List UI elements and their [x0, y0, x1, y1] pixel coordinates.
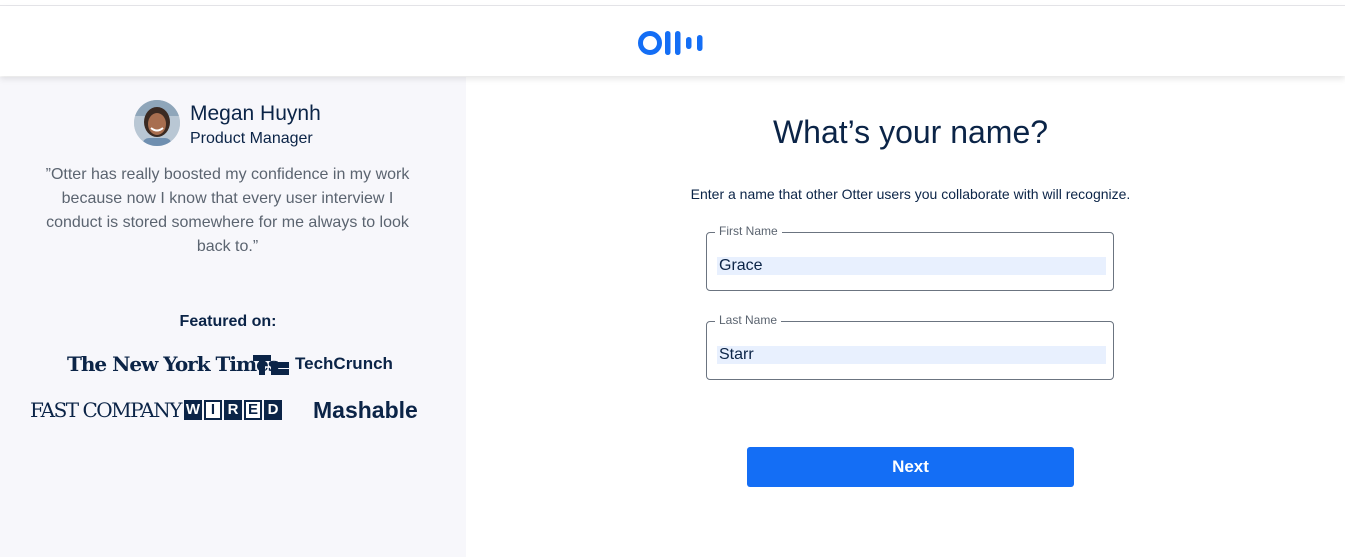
techcrunch-text: TechCrunch [295, 354, 393, 373]
last-name-field[interactable]: Last Name [706, 313, 1114, 380]
next-button[interactable]: Next [747, 447, 1074, 487]
wired-logo: WIRED [184, 400, 284, 420]
featured-label: Featured on: [179, 313, 277, 330]
person-avatar-icon [134, 100, 180, 146]
first-name-field[interactable]: First Name [706, 224, 1114, 291]
testimonial-title: Product Manager [190, 130, 313, 147]
otter-logo-icon[interactable] [638, 30, 708, 56]
page-title: What’s your name? [772, 114, 1049, 150]
wired-letter: D [264, 400, 282, 420]
testimonial-name: Megan Huynh [190, 102, 321, 125]
form-instructions: Enter a name that other Otter users you … [690, 186, 1131, 202]
fast-company-logo: FAST COMPANY [30, 398, 182, 422]
wired-letter: R [224, 400, 242, 420]
app-header [0, 6, 1345, 76]
techcrunch-icon [253, 354, 289, 375]
mashable-logo: Mashable [313, 397, 418, 423]
last-name-label: Last Name [715, 313, 782, 327]
techcrunch-logo: TechCrunch [253, 354, 393, 375]
wired-letter: W [184, 400, 202, 420]
last-name-input[interactable] [717, 346, 1106, 364]
wired-letter: I [204, 400, 222, 420]
avatar [134, 100, 180, 146]
testimonial-quote: ”Otter has really boosted my confidence … [45, 166, 410, 255]
wired-letter: E [244, 400, 262, 420]
nyt-logo: The New York Times [67, 352, 279, 376]
first-name-label: First Name [715, 224, 782, 238]
first-name-input[interactable] [717, 257, 1106, 275]
